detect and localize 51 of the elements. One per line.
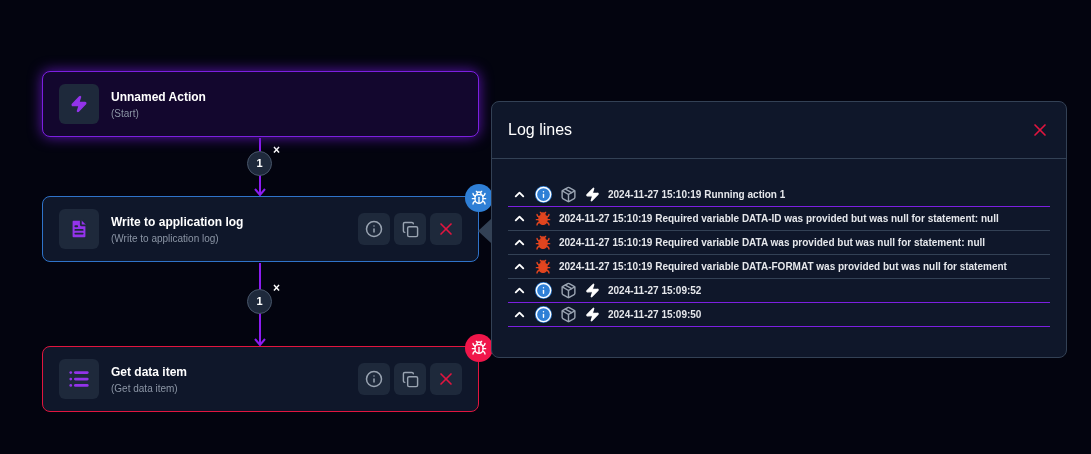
node-title: Unnamed Action	[111, 88, 207, 106]
log-line[interactable]: 2024-11-27 15:10:19 Required variable DATA-FORMAT was provided but was null for statement	[508, 255, 1050, 279]
duplicate-button[interactable]	[394, 213, 426, 245]
info-button[interactable]	[358, 363, 390, 395]
lightning-icon	[70, 95, 88, 113]
info-icon	[535, 306, 552, 323]
log-line[interactable]: 2024-11-27 15:09:52	[508, 279, 1050, 303]
action-node[interactable]: Write to application log (Write to application log)	[42, 196, 479, 262]
info-icon	[365, 220, 383, 238]
panel-title: Log lines	[508, 120, 573, 140]
info-icon	[365, 370, 383, 388]
action-node[interactable]: Get data item (Get data item)	[42, 346, 479, 412]
lightning-icon	[585, 187, 600, 202]
log-line[interactable]: 2024-11-27 15:10:19 Running action 1	[508, 183, 1050, 207]
info-button[interactable]	[358, 213, 390, 245]
log-line[interactable]: 2024-11-27 15:10:19 Required variable DATA was provided but was null for statement: null	[508, 231, 1050, 255]
bug-icon	[471, 190, 487, 206]
action-node[interactable]: Unnamed Action (Start)	[42, 71, 479, 137]
node-subtitle: (Get data item)	[111, 381, 179, 396]
duplicate-button[interactable]	[394, 363, 426, 395]
info-icon	[535, 186, 552, 203]
info-icon	[535, 282, 552, 299]
edge-label[interactable]: 1	[247, 288, 272, 314]
package-icon	[560, 306, 577, 323]
log-text: 2024-11-27 15:09:52	[608, 284, 702, 298]
node-title: Write to application log	[111, 213, 245, 231]
node-subtitle: (Start)	[111, 106, 140, 121]
log-text: 2024-11-27 15:10:19 Required variable DATA was provided but was null for statement: null	[559, 236, 986, 250]
log-text: 2024-11-27 15:10:19 Required variable DATA-ID was provided but was null for statement: null	[559, 212, 999, 226]
package-icon	[560, 282, 577, 299]
bug-badge[interactable]	[465, 334, 493, 362]
list-icon	[68, 368, 90, 390]
remove-edge-button[interactable]: ×	[273, 281, 280, 294]
log-line[interactable]: 2024-11-27 15:10:19 Required variable DATA-ID was provided but was null for statement: null	[508, 207, 1050, 231]
node-title: Get data item	[111, 363, 189, 381]
log-text: 2024-11-27 15:10:19 Running action 1	[608, 188, 786, 202]
copy-icon	[401, 220, 419, 238]
lightning-icon	[585, 283, 600, 298]
log-text: 2024-11-27 15:09:50	[608, 308, 702, 322]
bug-icon	[535, 234, 551, 251]
package-icon	[560, 186, 577, 203]
copy-icon	[401, 370, 419, 388]
log-text: 2024-11-27 15:10:19 Required variable DATA-FORMAT was provided but was null for statement	[559, 260, 1007, 274]
node-subtitle: (Write to application log)	[111, 231, 220, 246]
bug-icon	[535, 210, 551, 227]
bug-icon	[471, 340, 487, 356]
remove-edge-button[interactable]: ×	[273, 144, 280, 156]
lightning-icon	[585, 307, 600, 322]
edge-label[interactable]: 1	[247, 151, 272, 176]
bug-icon	[535, 258, 551, 275]
log-line[interactable]: 2024-11-27 15:09:50	[508, 303, 1050, 327]
